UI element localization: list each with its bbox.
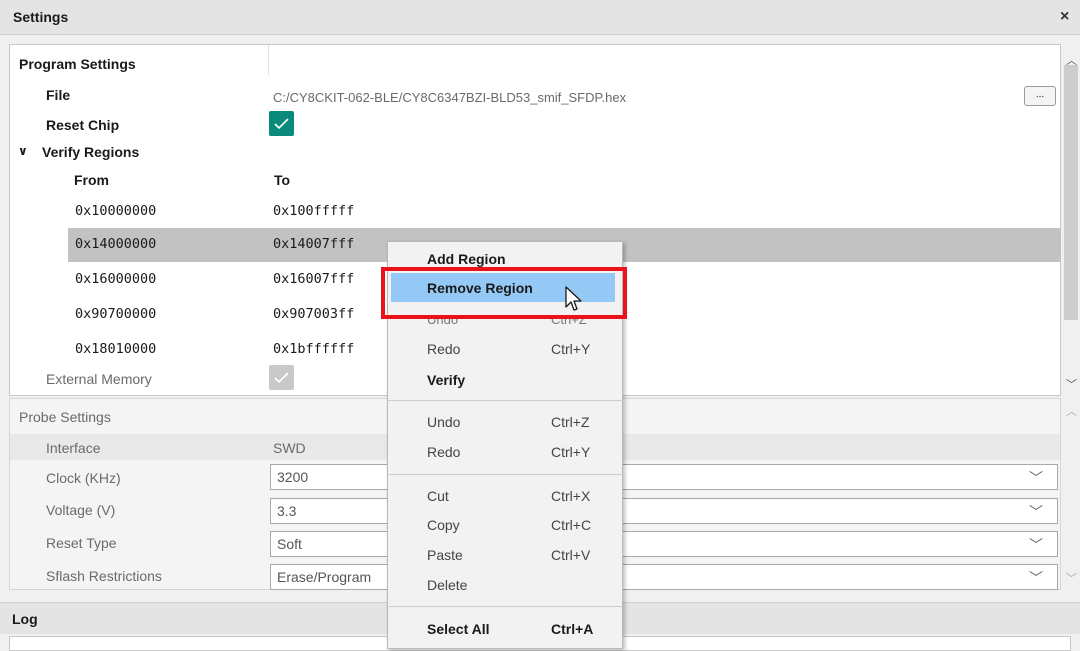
column-divider: [268, 45, 269, 75]
checkmark-icon: [274, 372, 289, 384]
clock-label: Clock (KHz): [46, 470, 121, 486]
reset-type-label: Reset Type: [46, 535, 117, 551]
interface-label: Interface: [46, 440, 101, 456]
region-to-value[interactable]: 0x907003ff: [273, 306, 354, 322]
sflash-label: Sflash Restrictions: [46, 568, 162, 584]
region-to-value[interactable]: 0x1bffffff: [273, 341, 354, 357]
region-to-value[interactable]: 0x14007fff: [273, 236, 354, 252]
menu-shortcut-redo: Ctrl+Y: [551, 341, 591, 357]
browse-file-button[interactable]: ...: [1024, 86, 1056, 106]
settings-panel-title: Settings: [13, 9, 69, 25]
scroll-down-icon[interactable]: ﹀: [1066, 570, 1077, 586]
menu-shortcut-redo-2: Ctrl+Y: [551, 444, 591, 460]
to-column-header: To: [274, 172, 291, 188]
program-settings-header: Program Settings: [19, 56, 136, 72]
region-to-value[interactable]: 0x16007fff: [273, 271, 354, 287]
probe-settings-header: Probe Settings: [19, 409, 111, 425]
menu-shortcut-undo: Ctrl+Z: [551, 414, 590, 430]
menu-item-redo[interactable]: Redo: [427, 341, 460, 357]
chevron-down-icon: ﹀: [1029, 470, 1043, 486]
interface-value: SWD: [273, 440, 306, 456]
voltage-value: 3.3: [277, 503, 297, 519]
external-memory-checkbox[interactable]: [269, 365, 294, 390]
scroll-down-icon[interactable]: ﹀: [1066, 376, 1077, 392]
menu-item-delete[interactable]: Delete: [427, 577, 467, 593]
region-from-value[interactable]: 0x10000000: [75, 203, 156, 219]
scroll-up-icon[interactable]: ︿: [1066, 403, 1077, 419]
region-from-value[interactable]: 0x18010000: [75, 341, 156, 357]
menu-shortcut-cut: Ctrl+X: [551, 488, 591, 504]
external-memory-label: External Memory: [46, 371, 152, 387]
chevron-down-icon: ﹀: [1029, 537, 1043, 553]
menu-item-paste[interactable]: Paste: [427, 547, 463, 563]
menu-item-select-all[interactable]: Select All: [427, 621, 490, 637]
file-path-field[interactable]: C:/CY8CKIT-062-BLE/CY8C6347BZI-BLD53_smi…: [273, 90, 626, 105]
menu-item-cut[interactable]: Cut: [427, 488, 449, 504]
sflash-value: Erase/Program: [277, 569, 372, 585]
menu-item-copy[interactable]: Copy: [427, 517, 460, 533]
scroll-up-icon[interactable]: ︿: [1066, 52, 1077, 68]
menu-separator: [387, 474, 623, 475]
reset-type-value: Soft: [277, 536, 302, 552]
checkmark-icon: [274, 118, 289, 130]
settings-panel-header: [0, 0, 1080, 35]
reset-chip-checkbox[interactable]: [269, 111, 294, 136]
region-from-value[interactable]: 0x90700000: [75, 306, 156, 322]
region-from-value[interactable]: 0x16000000: [75, 271, 156, 287]
file-label: File: [46, 87, 71, 103]
chevron-down-icon[interactable]: ∨: [18, 144, 28, 158]
log-panel-title: Log: [12, 611, 38, 627]
clock-value: 3200: [277, 469, 309, 485]
menu-shortcut-select-all: Ctrl+A: [551, 621, 594, 637]
menu-item-undo[interactable]: Undo: [427, 414, 460, 430]
chevron-down-icon: ﹀: [1029, 504, 1043, 520]
menu-shortcut-paste: Ctrl+V: [551, 547, 591, 563]
close-icon[interactable]: ×: [1060, 8, 1069, 26]
annotation-highlight-box: [381, 267, 627, 319]
voltage-label: Voltage (V): [46, 502, 116, 518]
mouse-pointer-icon: [564, 285, 586, 318]
verify-regions-label[interactable]: Verify Regions: [42, 144, 139, 160]
menu-shortcut-copy: Ctrl+C: [551, 517, 592, 533]
menu-separator: [387, 400, 623, 401]
region-to-value[interactable]: 0x100fffff: [273, 203, 354, 219]
reset-chip-label: Reset Chip: [46, 117, 120, 133]
probe-scrollbar[interactable]: [1062, 399, 1080, 589]
menu-separator: [387, 606, 623, 607]
region-from-value[interactable]: 0x14000000: [75, 236, 156, 252]
menu-item-verify[interactable]: Verify: [427, 372, 465, 388]
menu-item-redo-2[interactable]: Redo: [427, 444, 460, 460]
from-column-header: From: [74, 172, 109, 188]
menu-item-add-region[interactable]: Add Region: [427, 251, 506, 267]
program-scrollbar-thumb[interactable]: [1064, 65, 1078, 320]
chevron-down-icon: ﹀: [1029, 570, 1043, 586]
